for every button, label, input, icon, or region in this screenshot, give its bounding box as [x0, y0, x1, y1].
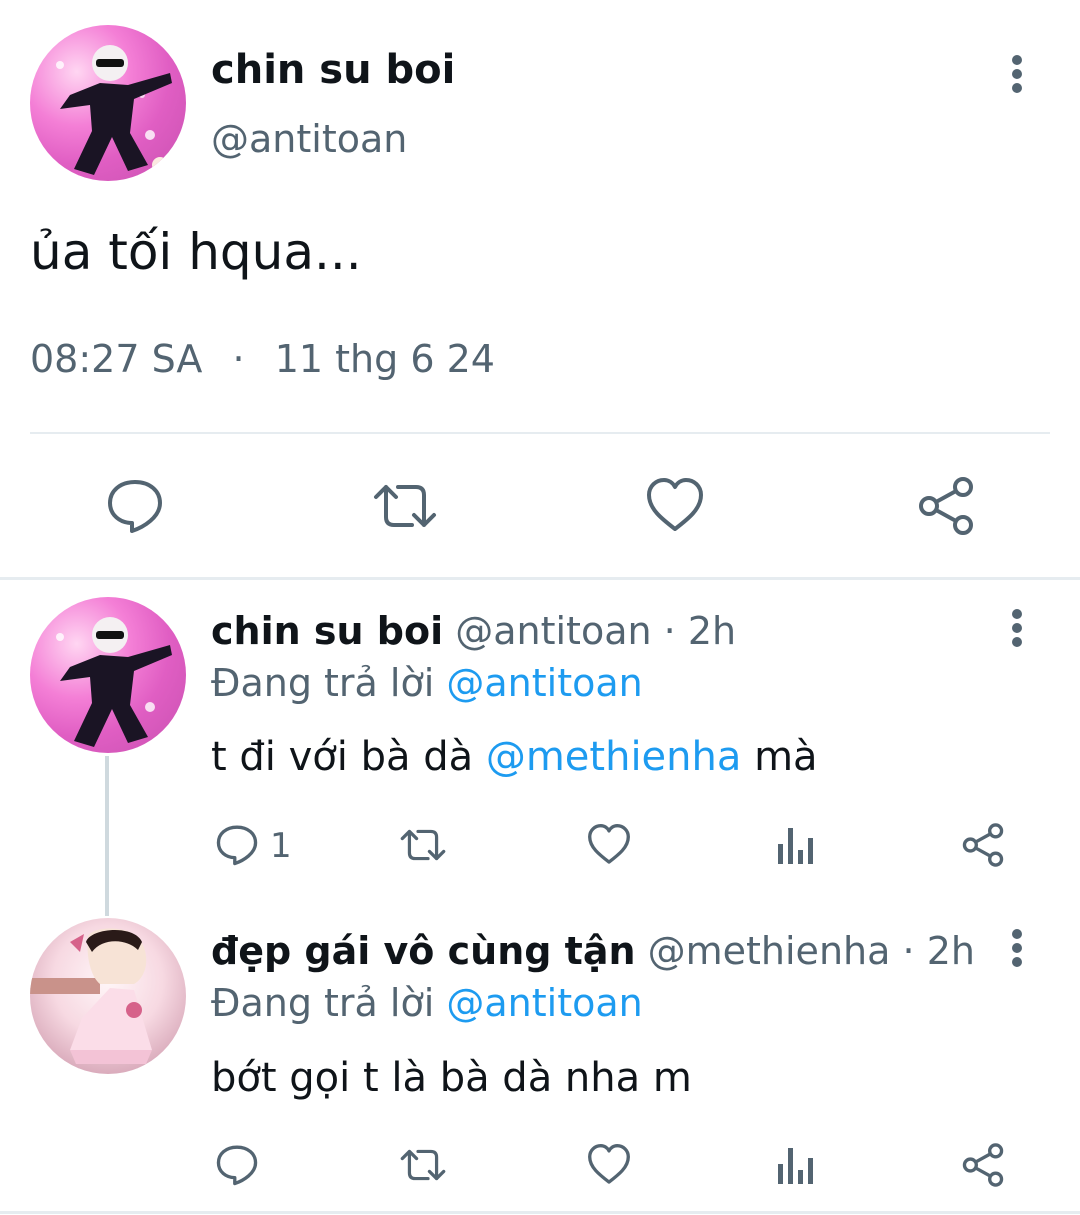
- reply-1-avatar[interactable]: [30, 597, 186, 753]
- like-icon[interactable]: [586, 822, 632, 868]
- mention-link[interactable]: @methienha: [486, 734, 742, 780]
- reply-2-display-name[interactable]: đẹp gái vô cùng tận: [211, 929, 636, 973]
- reply-icon[interactable]: [214, 822, 260, 868]
- like-icon[interactable]: [644, 475, 706, 537]
- main-tweet-meta: 08:27 SA · 11 thg 6 24: [30, 334, 495, 384]
- retweet-icon[interactable]: [370, 475, 440, 537]
- more-vert-icon[interactable]: [1004, 926, 1030, 970]
- meta-separator: ·: [232, 337, 245, 381]
- bottom-divider: [0, 1211, 1080, 1214]
- reply-2-text: bớt gọi t là bà dà nha m: [211, 1055, 692, 1101]
- thread-line: [105, 756, 109, 916]
- share-icon[interactable]: [960, 822, 1006, 868]
- reply-1-display-name[interactable]: chin su boi: [211, 609, 443, 653]
- main-tweet-divider: [30, 432, 1050, 434]
- reply-1-header: chin su boi @antitoan · 2h: [211, 606, 736, 656]
- reply-1-replying-to: Đang trả lời @antitoan: [211, 658, 643, 708]
- reply-1-text-after: mà: [741, 734, 818, 780]
- share-icon[interactable]: [960, 1142, 1006, 1188]
- more-vert-icon[interactable]: [1004, 52, 1030, 96]
- retweet-icon[interactable]: [398, 1142, 448, 1188]
- reply-2-handle[interactable]: @methienha: [648, 929, 891, 973]
- more-vert-icon[interactable]: [1004, 606, 1030, 650]
- reply-1-dot: ·: [663, 609, 676, 653]
- main-tweet-avatar[interactable]: [30, 25, 186, 181]
- share-icon[interactable]: [915, 475, 977, 537]
- views-icon[interactable]: [776, 1144, 816, 1186]
- reply-1-age: 2h: [687, 609, 737, 653]
- reply-icon[interactable]: [104, 475, 166, 537]
- reply-2-dot: ·: [902, 929, 915, 973]
- reply-2-age: 2h: [926, 929, 975, 973]
- retweet-icon[interactable]: [398, 822, 448, 868]
- main-tweet-date[interactable]: 11 thg 6 24: [275, 337, 495, 381]
- reply-2-replying-to: Đang trả lời @antitoan: [211, 978, 643, 1028]
- replying-to-link[interactable]: @antitoan: [446, 981, 642, 1025]
- reply-1-handle[interactable]: @antitoan: [455, 609, 651, 653]
- reply-1-reply-count: 1: [270, 826, 292, 866]
- main-tweet-text: ủa tối hqua...: [30, 223, 362, 281]
- replying-label: Đang trả lời: [211, 981, 435, 1025]
- reply-1-text: t đi với bà dà @methienha mà: [211, 731, 818, 783]
- replying-to-link[interactable]: @antitoan: [446, 661, 642, 705]
- like-icon[interactable]: [586, 1142, 632, 1188]
- main-tweet-time[interactable]: 08:27 SA: [30, 337, 202, 381]
- views-icon[interactable]: [776, 824, 816, 866]
- main-tweet-display-name[interactable]: chin su boi: [211, 44, 455, 96]
- reply-1-text-before: t đi với bà dà: [211, 734, 486, 780]
- reply-icon[interactable]: [214, 1142, 260, 1188]
- reply-2-avatar[interactable]: [30, 918, 186, 1074]
- replying-label: Đang trả lời: [211, 661, 435, 705]
- main-tweet-handle[interactable]: @antitoan: [211, 114, 407, 164]
- section-divider: [0, 577, 1080, 580]
- reply-2-header: đẹp gái vô cùng tận @methienha · 2h: [211, 926, 975, 976]
